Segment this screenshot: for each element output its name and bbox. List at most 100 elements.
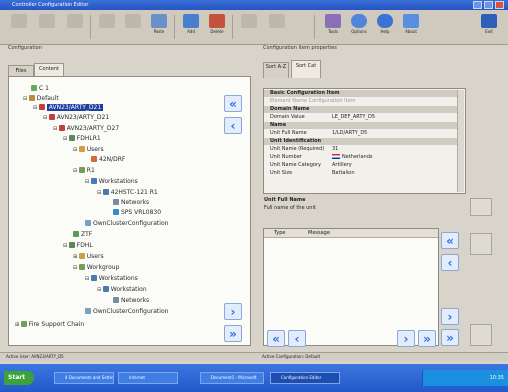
- help-button[interactable]: Help: [372, 13, 398, 41]
- messages-scroll-down-button[interactable]: ›: [441, 308, 459, 325]
- device-icon: [113, 209, 119, 215]
- chain-icon: [20, 321, 27, 327]
- column-type[interactable]: Type: [274, 229, 285, 237]
- tree-node[interactable]: ⊞ Fire Support Chain: [15, 321, 84, 329]
- taskbar-item-active[interactable]: Configuration Editor: [270, 372, 340, 384]
- tree-node[interactable]: OwnClusterConfiguration: [85, 220, 168, 228]
- toolbar-separator: [232, 15, 233, 39]
- side-button[interactable]: [470, 198, 492, 216]
- tree-node[interactable]: ZTF: [73, 231, 92, 239]
- node-icon: [31, 85, 37, 91]
- property-category[interactable]: Name: [264, 122, 460, 129]
- exit-icon: [481, 14, 497, 28]
- messages-next-button[interactable]: ›: [397, 330, 415, 347]
- property-row[interactable]: Domain Value LE_DEF_ARTY_D5: [264, 114, 460, 121]
- messages-scroll-top-button[interactable]: «: [441, 232, 459, 249]
- side-button[interactable]: [470, 233, 492, 255]
- new-button[interactable]: [6, 13, 32, 41]
- flag-icon: [332, 154, 340, 159]
- tree-node[interactable]: ⊟ AVN23/ARTY_D21: [43, 114, 109, 122]
- property-row[interactable]: Unit Name Category Artillery: [264, 162, 460, 169]
- users-icon: [78, 253, 85, 259]
- cut-button[interactable]: [94, 13, 120, 41]
- scroll-top-button[interactable]: «: [224, 95, 242, 112]
- cluster-icon: [85, 220, 91, 226]
- tree-node[interactable]: ⊞ Users: [73, 253, 104, 261]
- tree-node[interactable]: OwnClusterConfiguration: [85, 308, 168, 316]
- tree-node[interactable]: 42N/DRF: [91, 156, 125, 164]
- tree-node[interactable]: ⊟ Workgroup: [73, 264, 119, 272]
- messages-first-button[interactable]: «: [267, 330, 285, 347]
- options-button[interactable]: Options: [346, 13, 372, 41]
- start-button[interactable]: Start: [4, 371, 34, 385]
- workstation-icon: [102, 286, 109, 292]
- messages-header: Type Message: [264, 229, 438, 238]
- tools-button[interactable]: Tools: [320, 13, 346, 41]
- save-button[interactable]: [62, 13, 88, 41]
- messages-previous-button[interactable]: ‹: [288, 330, 306, 347]
- node-icon: [78, 167, 85, 173]
- property-row[interactable]: Unit Number Netherlands: [264, 154, 460, 161]
- taskbar-item[interactable]: Document1 - Microsoft: [200, 372, 264, 384]
- taskbar-item[interactable]: 4 Documents and Settings: [54, 372, 114, 384]
- workstations-icon: [90, 275, 97, 281]
- tree-node[interactable]: ⊟ FDHL: [63, 242, 93, 250]
- property-category[interactable]: Domain Name: [264, 106, 460, 113]
- tree-node[interactable]: ⊟ Default: [23, 95, 59, 103]
- property-row[interactable]: Unit Full Name 1/LD/ARTY_D5: [264, 130, 460, 137]
- paste-icon: [151, 14, 167, 28]
- tree-node[interactable]: ⊟ 42HSTC-121 R1: [97, 189, 158, 197]
- close-button[interactable]: [495, 1, 504, 9]
- delete-button[interactable]: Delete: [204, 13, 230, 41]
- tab-sort-category[interactable]: Sort Cat: [291, 60, 321, 78]
- paste-button[interactable]: Paste: [146, 13, 172, 41]
- property-row[interactable]: Unit Size Battalion: [264, 170, 460, 177]
- folder-icon: [28, 95, 35, 101]
- tree-node[interactable]: ⊟ Users: [73, 146, 104, 154]
- messages-last-button[interactable]: »: [418, 330, 436, 347]
- undo-button[interactable]: [236, 13, 262, 41]
- tree-node[interactable]: ⊟ Workstations: [85, 178, 138, 186]
- scroll-bottom-button[interactable]: »: [224, 325, 242, 342]
- configuration-tree: C 1 ⊟ Default ⊟ AVN23/ARTY_D21 ⊟ AVN23/A…: [8, 76, 251, 346]
- exit-button[interactable]: Exit: [476, 13, 502, 41]
- tree-node[interactable]: ⊟ AVN23/ARTY_D27: [53, 125, 119, 133]
- tab-files[interactable]: Files: [8, 65, 34, 76]
- add-button[interactable]: Add: [178, 13, 204, 41]
- open-icon: [39, 14, 55, 28]
- about-button[interactable]: About: [398, 13, 424, 41]
- save-icon: [67, 14, 83, 28]
- property-row[interactable]: Element Name Configuration Item: [264, 98, 460, 105]
- property-category[interactable]: Basic Configuration Item: [264, 90, 460, 97]
- maximize-button[interactable]: [484, 1, 493, 9]
- tree-node[interactable]: C 1: [31, 85, 49, 93]
- tree-node[interactable]: ⊟ Workstations: [85, 275, 138, 283]
- unit-icon: [58, 125, 65, 131]
- taskbar-item[interactable]: Internet: [118, 372, 178, 384]
- minimize-button[interactable]: [473, 1, 482, 9]
- tree-node[interactable]: SPS VRL0830: [113, 209, 161, 217]
- toolbar-separator: [174, 15, 175, 39]
- tab-sort-az[interactable]: Sort A-Z: [263, 62, 289, 78]
- scroll-up-button[interactable]: ‹: [224, 117, 242, 134]
- open-button[interactable]: [34, 13, 60, 41]
- tree-node[interactable]: ⊟ R1: [73, 167, 95, 175]
- tree-node-selected[interactable]: ⊟ AVN23/ARTY_D21: [33, 104, 104, 112]
- tab-content[interactable]: Content: [34, 63, 64, 76]
- network-icon: [113, 297, 119, 303]
- tree-node[interactable]: ⊟ FDHLR1: [63, 135, 101, 143]
- redo-button[interactable]: [264, 13, 290, 41]
- system-tray: 10:35: [422, 370, 508, 386]
- scroll-down-button[interactable]: ›: [224, 303, 242, 320]
- tree-node[interactable]: ⊟ Workstation: [97, 286, 147, 294]
- copy-button[interactable]: [120, 13, 146, 41]
- column-message[interactable]: Message: [308, 229, 330, 237]
- property-category[interactable]: Unit Identification: [264, 138, 460, 145]
- messages-scroll-up-button[interactable]: ‹: [441, 254, 459, 271]
- property-row[interactable]: Unit Name (Required) 31: [264, 146, 460, 153]
- properties-scrollbar[interactable]: [457, 90, 464, 192]
- side-button[interactable]: [470, 324, 492, 346]
- tree-node[interactable]: Networks: [113, 199, 149, 207]
- tree-node[interactable]: Networks: [113, 297, 149, 305]
- messages-scroll-bottom-button[interactable]: »: [441, 329, 459, 346]
